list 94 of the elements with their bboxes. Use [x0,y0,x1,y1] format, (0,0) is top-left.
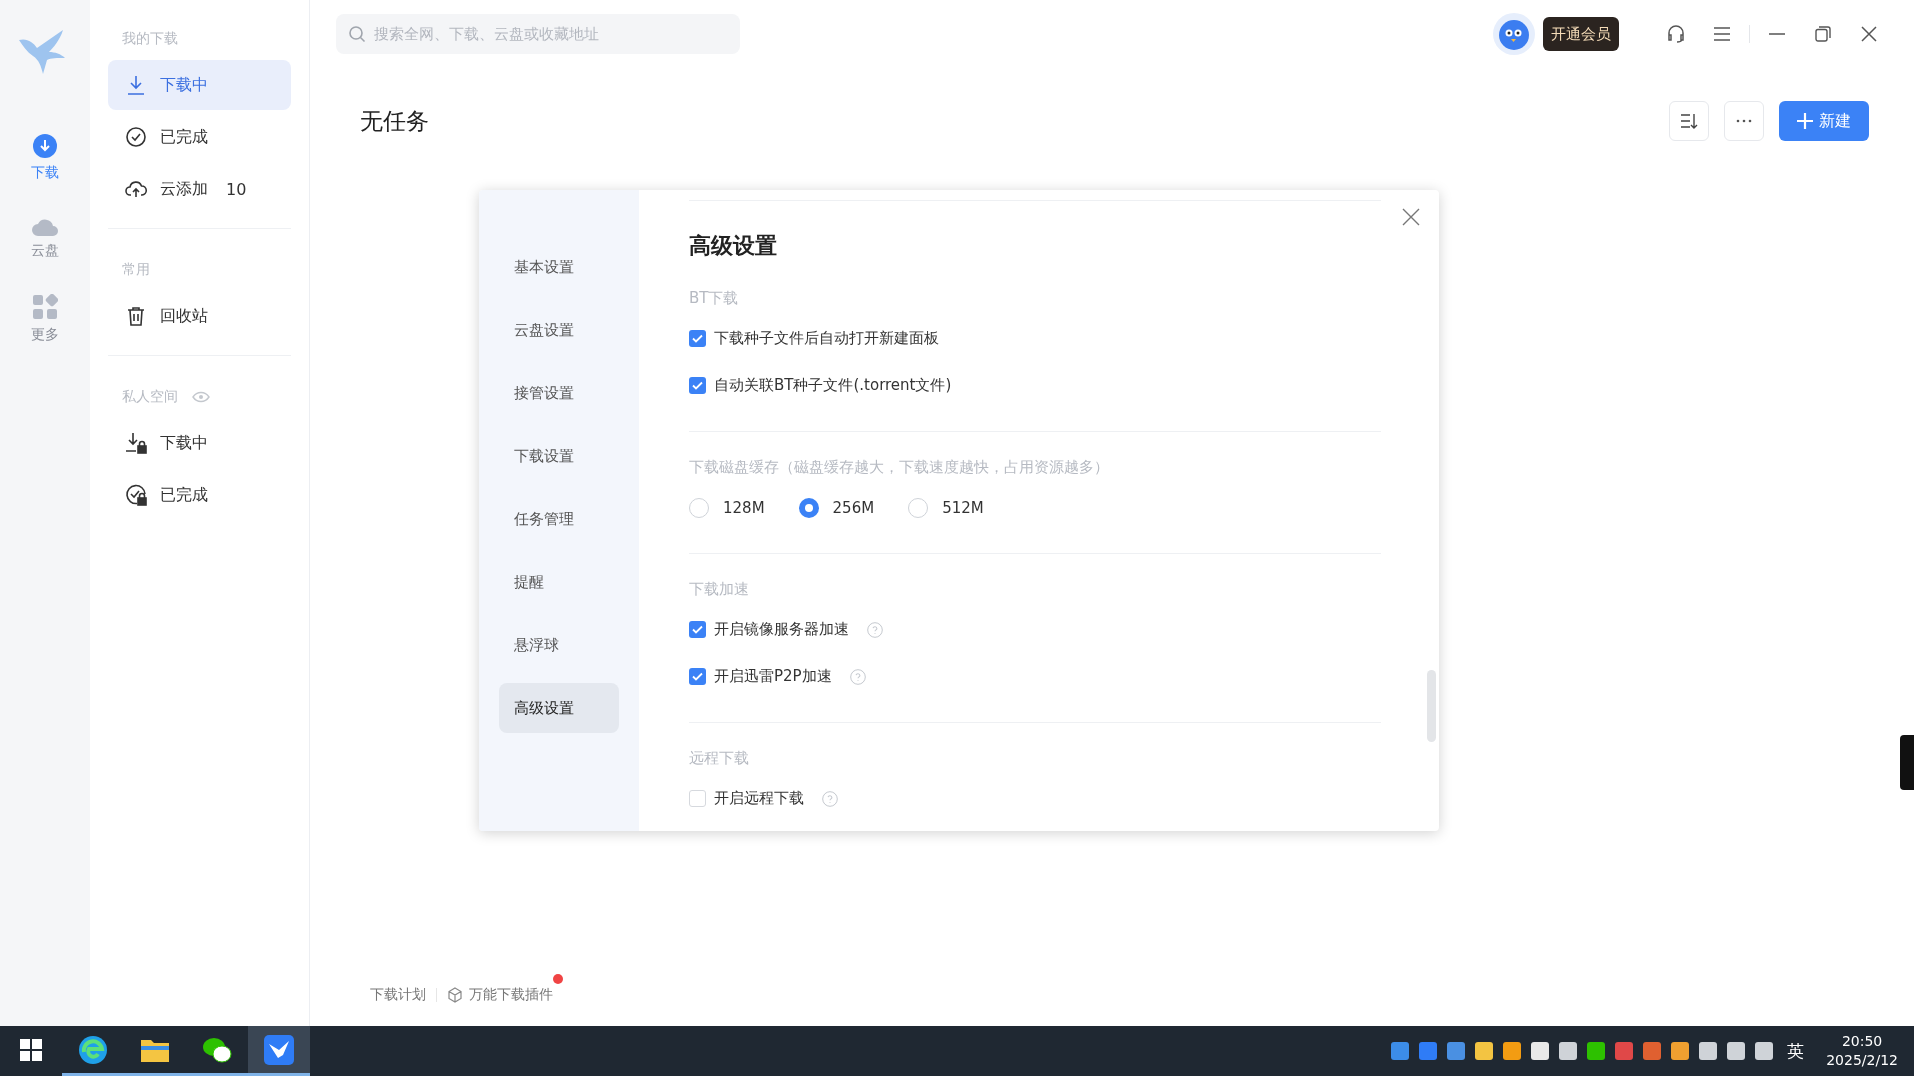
radio-button[interactable] [689,497,709,518]
sidebar-item[interactable]: 回收站 [108,291,291,341]
nav-tab[interactable]: 下载 [10,126,80,190]
option-label: 256M [832,498,875,517]
settings-nav-item[interactable]: 高级设置 [499,683,619,733]
sidebar-item-label: 下载中 [160,432,208,454]
page-title: 无任务 [359,106,430,136]
locked-download-icon [124,431,148,455]
taskbar-app[interactable] [248,1026,310,1076]
option-label: 开启镜像服务器加速 [714,620,849,639]
bird-avatar-icon [1497,17,1531,51]
tray-icon[interactable] [1671,1042,1690,1060]
sidebar-item[interactable]: 云添加 10 [108,164,291,214]
checkbox[interactable] [689,790,706,807]
cube-icon [447,987,463,1003]
sidebar-item-label: 下载中 [160,74,208,96]
sort-icon [1680,113,1698,129]
option-label: 128M [723,498,765,517]
headset-icon [1666,24,1686,44]
tray-icon[interactable] [1503,1042,1522,1060]
close-button[interactable] [1401,208,1421,228]
tray-icon[interactable] [1475,1042,1494,1060]
side-handle[interactable] [1900,735,1914,790]
check-icon [692,672,703,681]
option-label: 自动关联BT种子文件(.torrent文件) [714,376,952,395]
settings-nav-item[interactable]: 云盘设置 [499,305,619,355]
input-method-indicator[interactable]: 英 [1787,1039,1805,1063]
sidebar-item[interactable]: 已完成 [108,470,291,520]
section-heading: BT下载 [689,288,740,309]
windows-icon [20,1038,42,1061]
avatar[interactable] [1493,13,1535,55]
dialog-title: 高级设置 [689,232,778,260]
sidebar-item[interactable]: 已完成 [108,112,291,162]
search-field[interactable]: 搜索全网、下载、云盘或收藏地址 [336,14,740,54]
checkbox[interactable] [689,330,706,347]
scrollbar-thumb[interactable] [1427,670,1436,742]
chat-icon [202,1035,232,1064]
tray-icon[interactable] [1755,1042,1774,1060]
section-heading: 我的下载 [122,30,178,48]
settings-nav-item[interactable]: 提醒 [499,557,619,607]
tray-icon[interactable] [1727,1042,1746,1060]
checkbox[interactable] [689,377,706,394]
radio-button[interactable] [798,497,819,518]
tray-icon[interactable] [1559,1042,1578,1060]
option-label: 下载种子文件后自动打开新建面板 [714,329,939,348]
tray-icon[interactable] [1531,1042,1550,1060]
menu-icon [1713,27,1731,41]
new-task-button[interactable]: 新建 [1779,101,1869,141]
restore-icon [1815,26,1831,42]
ellipsis-icon [1736,119,1752,123]
option-label: 开启迅雷P2P加速 [714,667,832,686]
section-heading: 下载磁盘缓存（磁盘缓存越大，下载速度越快，占用资源越多） [689,457,1110,478]
sort-button[interactable] [1669,101,1709,141]
option-label: 512M [942,498,984,517]
plus-icon [1797,113,1813,129]
tray-icon[interactable] [1587,1042,1606,1060]
clock[interactable]: 20:50 2025/2/12 [1826,1032,1898,1070]
minimize-icon [1769,33,1785,35]
plugin-link[interactable]: 万能下载插件 [447,986,553,1004]
sidebar-item-label: 已完成 [160,484,208,506]
vip-button[interactable]: 开通会员 [1543,17,1619,51]
close-icon [1402,208,1420,226]
section-heading: 私人空间 [122,388,178,406]
browser-icon [78,1034,108,1065]
sidebar-item[interactable]: 下载中 [108,418,291,468]
sidebar-item[interactable]: 下载中 [108,60,291,110]
checkbox[interactable] [689,668,706,685]
section-heading: 下载加速 [689,579,750,600]
bird-icon [264,1034,294,1065]
sidebar-item-label: 云添加 [160,178,208,200]
check-icon [692,381,703,390]
item-count: 10 [226,179,247,199]
tray-icon[interactable] [1699,1042,1718,1060]
option-label: 开启远程下载 [714,789,804,808]
settings-nav-item[interactable]: 悬浮球 [499,620,619,670]
download-icon [33,134,57,158]
radio-button[interactable] [908,497,929,518]
close-icon [1861,26,1877,42]
locked-check-icon [124,483,148,507]
settings-nav-item[interactable]: 任务管理 [499,494,619,544]
settings-nav-item[interactable]: 下载设置 [499,431,619,481]
search-icon [348,25,366,43]
check-icon [692,625,703,634]
sidebar-item-label: 已完成 [160,126,208,148]
settings-nav-item[interactable]: 接管设置 [499,368,619,418]
sidebar-item-label: 回收站 [160,305,208,327]
schedule-link[interactable]: 下载计划 [370,986,426,1004]
check-circle-icon [124,125,148,149]
settings-nav-item[interactable]: 基本设置 [499,242,619,292]
checkbox[interactable] [689,621,706,638]
apps-grid-icon [32,294,58,320]
section-heading: 常用 [122,261,150,279]
check-icon [692,334,703,343]
section-heading: 远程下载 [689,748,750,769]
